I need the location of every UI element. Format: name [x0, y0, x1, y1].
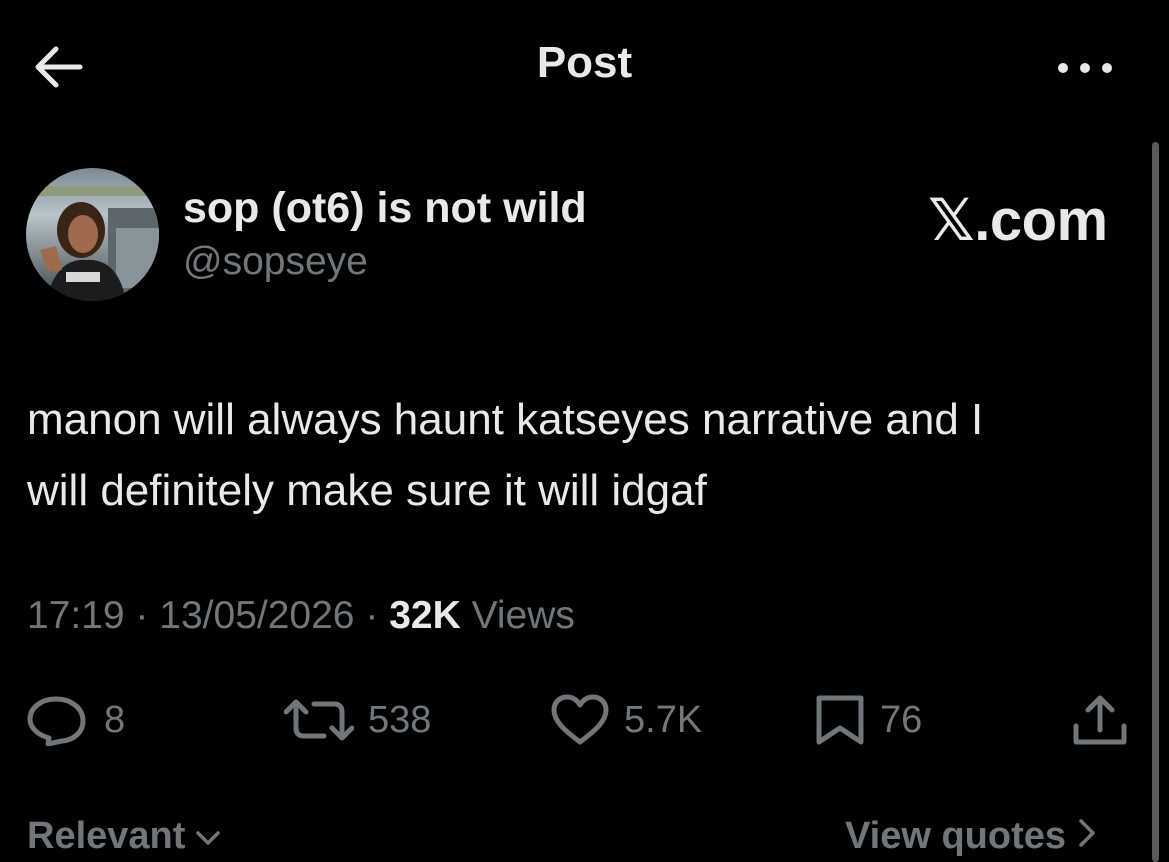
reply-count: 8 [104, 698, 126, 741]
like-button[interactable]: 5.7K [550, 694, 702, 746]
post-meta: 17:19 · 13/05/2026 · 32K Views [27, 594, 575, 638]
scrollbar[interactable] [1152, 142, 1159, 862]
chevron-down-icon [195, 815, 221, 858]
post-text-line: will definitely make sure it will idgaf [27, 466, 707, 515]
x-watermark: 𝕏.com [928, 188, 1108, 253]
post-date: 13/05/2026 [159, 594, 355, 637]
bookmark-button[interactable]: 76 [814, 694, 922, 746]
sort-label: Relevant [27, 815, 186, 857]
post-text-line: manon will always haunt katseyes narrati… [27, 395, 984, 444]
like-count: 5.7K [624, 698, 703, 741]
sort-replies-dropdown[interactable]: Relevant [27, 815, 221, 858]
author-handle[interactable]: @sopseye [183, 240, 368, 284]
chevron-right-icon [1076, 815, 1098, 858]
page-title: Post [536, 38, 633, 87]
bookmark-icon [814, 694, 866, 746]
views-label: Views [471, 594, 575, 637]
heart-icon [550, 694, 610, 746]
view-quotes-label: View quotes [845, 815, 1067, 857]
repost-button[interactable]: 538 [284, 694, 431, 746]
share-button[interactable] [1070, 694, 1130, 746]
more-horizontal-icon[interactable] [1055, 58, 1115, 78]
author-display-name[interactable]: sop (ot6) is not wild [183, 184, 587, 233]
reply-icon [26, 694, 90, 746]
post-text: manon will always haunt katseyes narrati… [27, 384, 1147, 526]
meta-separator: · [365, 594, 379, 637]
share-icon [1070, 694, 1130, 746]
post-time: 17:19 [27, 594, 125, 637]
meta-separator: · [135, 594, 149, 637]
view-quotes-link[interactable]: View quotes [845, 815, 1098, 858]
reply-button[interactable]: 8 [26, 694, 125, 746]
bookmark-count: 76 [880, 698, 923, 741]
repost-icon [284, 694, 354, 746]
repost-count: 538 [368, 698, 432, 741]
views-count[interactable]: 32K [389, 594, 461, 637]
avatar[interactable] [26, 168, 159, 301]
